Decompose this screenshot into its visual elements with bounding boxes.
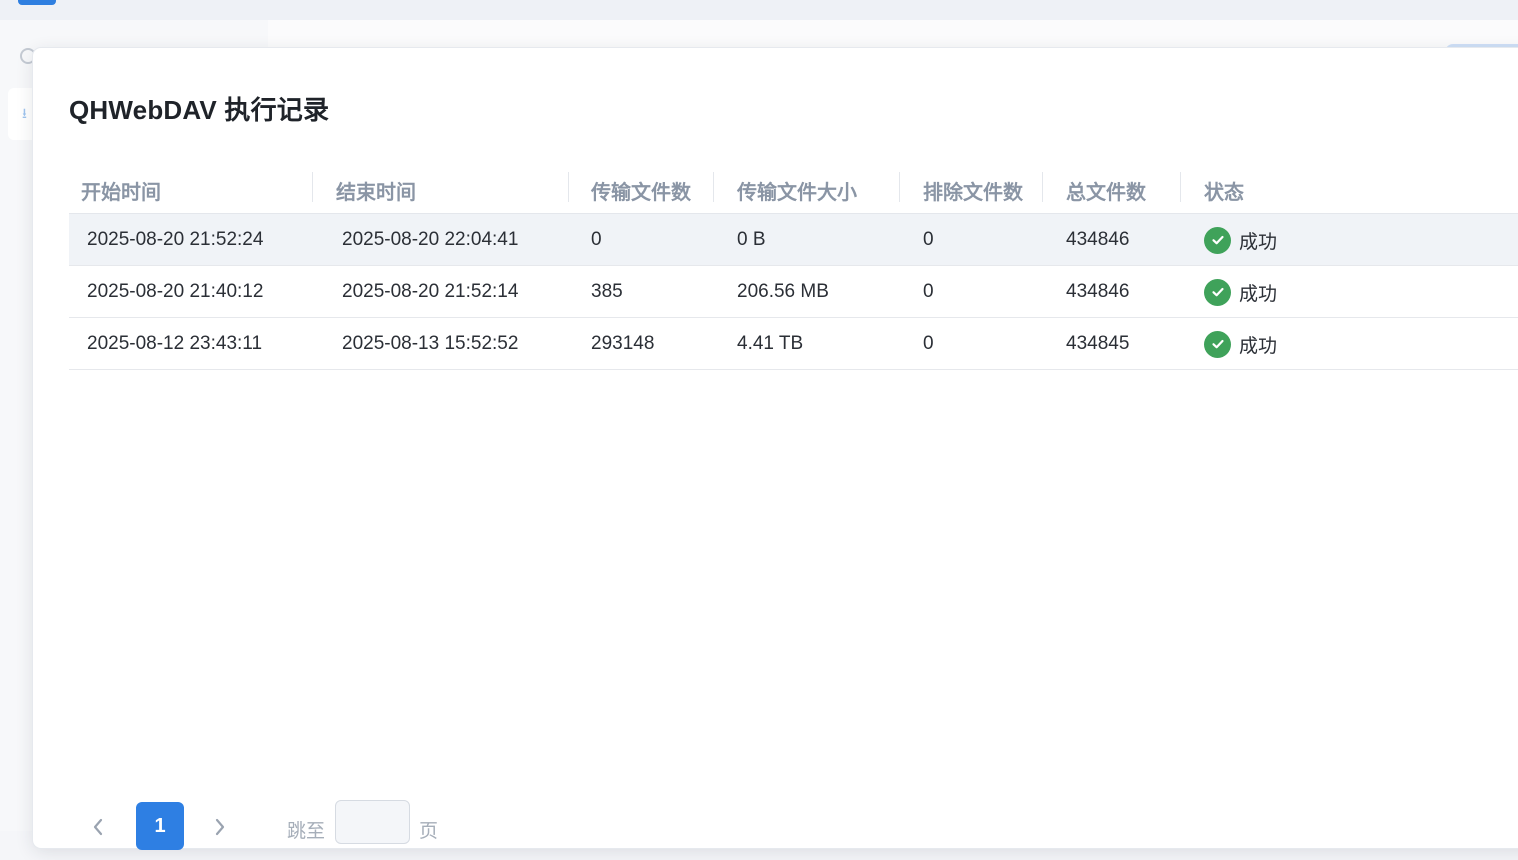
cell-total-count: 434845 bbox=[1066, 333, 1130, 354]
col-total-count[interactable]: 总文件数 bbox=[1066, 166, 1146, 214]
cell-start-time: 2025-08-12 23:43:11 bbox=[87, 333, 263, 354]
cell-transfer-count: 293148 bbox=[591, 333, 655, 354]
cell-transfer-size: 206.56 MB bbox=[737, 281, 829, 302]
execution-records-modal: QHWebDAV 执行记录 开始时间 结束时间 传输文件数 传输文件大小 排除文… bbox=[33, 48, 1518, 850]
cell-end-time: 2025-08-20 21:52:14 bbox=[342, 281, 519, 302]
table-row[interactable]: 2025-08-20 21:40:12 2025-08-20 21:52:14 … bbox=[69, 266, 1518, 318]
col-excluded-count[interactable]: 排除文件数 bbox=[923, 166, 1023, 214]
table-row[interactable]: 2025-08-20 21:52:24 2025-08-20 22:04:41 … bbox=[69, 214, 1518, 266]
table-row[interactable]: 2025-08-12 23:43:11 2025-08-13 15:52:52 … bbox=[69, 318, 1518, 370]
cell-end-time: 2025-08-13 15:52:52 bbox=[342, 333, 519, 354]
pagination: 1 跳至 页 bbox=[69, 800, 669, 860]
cell-transfer-count: 0 bbox=[591, 229, 602, 250]
prev-page-button[interactable] bbox=[83, 812, 113, 842]
column-divider[interactable] bbox=[1042, 172, 1043, 202]
cell-status: 成功 bbox=[1204, 214, 1277, 266]
col-transfer-count[interactable]: 传输文件数 bbox=[591, 166, 691, 214]
chevron-left-icon bbox=[93, 818, 103, 836]
cell-transfer-size: 0 B bbox=[737, 229, 766, 250]
col-end-time[interactable]: 结束时间 bbox=[336, 166, 416, 214]
cell-total-count: 434846 bbox=[1066, 229, 1130, 250]
col-status[interactable]: 状态 bbox=[1204, 166, 1244, 214]
cell-transfer-size: 4.41 TB bbox=[737, 333, 804, 354]
cell-end-time: 2025-08-20 22:04:41 bbox=[342, 229, 519, 250]
status-text: 成功 bbox=[1239, 231, 1278, 253]
jump-suffix: 页 bbox=[419, 821, 439, 842]
cell-excluded-count: 0 bbox=[923, 229, 934, 250]
cell-excluded-count: 0 bbox=[923, 281, 934, 302]
column-divider[interactable] bbox=[713, 172, 714, 202]
check-circle-icon bbox=[1204, 226, 1231, 254]
jump-page-input[interactable] bbox=[335, 800, 410, 844]
chevron-right-icon bbox=[215, 818, 225, 836]
modal-title: QHWebDAV 执行记录 bbox=[69, 95, 330, 125]
app-topbar bbox=[0, 0, 1518, 20]
topbar-button[interactable] bbox=[18, 0, 56, 5]
cell-total-count: 434846 bbox=[1066, 281, 1130, 302]
column-divider[interactable] bbox=[312, 172, 313, 202]
next-page-button[interactable] bbox=[205, 812, 235, 842]
cell-start-time: 2025-08-20 21:52:24 bbox=[87, 229, 264, 250]
records-table: 开始时间 结束时间 传输文件数 传输文件大小 排除文件数 总文件数 状态 202… bbox=[69, 166, 1518, 370]
cell-status: 成功 bbox=[1204, 318, 1277, 370]
col-transfer-size[interactable]: 传输文件大小 bbox=[737, 166, 857, 214]
cell-status: 成功 bbox=[1204, 266, 1277, 318]
column-divider[interactable] bbox=[899, 172, 900, 202]
page-number-button[interactable]: 1 bbox=[136, 802, 184, 850]
column-divider[interactable] bbox=[568, 172, 569, 202]
cell-transfer-count: 385 bbox=[591, 281, 623, 302]
table-header: 开始时间 结束时间 传输文件数 传输文件大小 排除文件数 总文件数 状态 bbox=[69, 166, 1518, 214]
cell-excluded-count: 0 bbox=[923, 333, 934, 354]
check-circle-icon bbox=[1204, 278, 1231, 306]
cell-start-time: 2025-08-20 21:40:12 bbox=[87, 281, 264, 302]
status-text: 成功 bbox=[1239, 335, 1278, 357]
jump-label: 跳至 bbox=[287, 821, 326, 842]
check-circle-icon bbox=[1204, 330, 1231, 358]
status-text: 成功 bbox=[1239, 283, 1278, 305]
column-divider[interactable] bbox=[1180, 172, 1181, 202]
col-start-time[interactable]: 开始时间 bbox=[81, 166, 161, 214]
